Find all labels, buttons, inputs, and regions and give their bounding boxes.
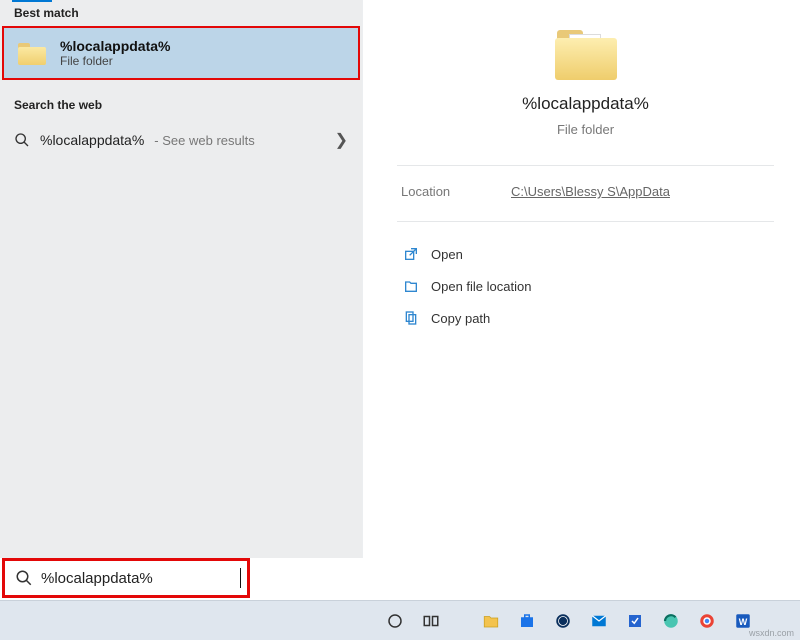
search-input[interactable] — [41, 561, 240, 595]
action-open[interactable]: Open — [399, 240, 774, 268]
open-icon — [403, 246, 419, 262]
cortana-icon[interactable] — [380, 606, 410, 636]
task-view-icon[interactable] — [416, 606, 446, 636]
best-match-header: Best match — [0, 0, 362, 26]
search-icon — [15, 569, 33, 587]
preview-subtitle: File folder — [557, 122, 614, 137]
web-result-hint: - See web results — [154, 133, 254, 148]
action-open-location-label: Open file location — [431, 279, 531, 294]
best-match-subtitle: File folder — [60, 54, 170, 68]
watermark: wsxdn.com — [749, 628, 794, 638]
search-icon — [14, 132, 30, 148]
file-explorer-icon[interactable] — [476, 606, 506, 636]
best-match-result[interactable]: %localappdata% File folder — [2, 26, 360, 80]
location-label: Location — [401, 184, 471, 199]
search-web-header: Search the web — [0, 92, 362, 118]
results-pane: Best match %localappdata% File folder Se… — [0, 0, 362, 558]
action-copy-path[interactable]: Copy path — [399, 304, 774, 332]
location-path-link[interactable]: C:\Users\Blessy S\AppData — [511, 184, 670, 199]
action-open-location[interactable]: Open file location — [399, 272, 774, 300]
preview-pane: %localappdata% File folder Location C:\U… — [362, 0, 800, 558]
svg-text:W: W — [739, 616, 748, 626]
taskbar: W wsxdn.com — [0, 600, 800, 640]
folder-icon — [555, 28, 617, 80]
chrome-icon[interactable] — [692, 606, 722, 636]
dell-icon[interactable] — [548, 606, 578, 636]
text-cursor — [240, 568, 241, 588]
folder-open-icon — [403, 278, 419, 294]
search-box[interactable] — [2, 558, 250, 598]
action-copy-path-label: Copy path — [431, 311, 490, 326]
chevron-right-icon: ❯ — [335, 130, 348, 150]
divider — [397, 165, 774, 166]
divider — [397, 221, 774, 222]
best-match-title: %localappdata% — [60, 38, 170, 54]
preview-title: %localappdata% — [522, 94, 649, 114]
web-result-row[interactable]: %localappdata% - See web results ❯ — [0, 118, 362, 162]
active-filter-indicator — [12, 0, 52, 2]
folder-icon — [18, 41, 46, 65]
action-open-label: Open — [431, 247, 463, 262]
location-row: Location C:\Users\Blessy S\AppData — [397, 184, 774, 199]
copy-icon — [403, 310, 419, 326]
todo-icon[interactable] — [620, 606, 650, 636]
web-result-query: %localappdata% — [40, 132, 144, 148]
edge-icon[interactable] — [656, 606, 686, 636]
microsoft-store-icon[interactable] — [512, 606, 542, 636]
mail-icon[interactable] — [584, 606, 614, 636]
